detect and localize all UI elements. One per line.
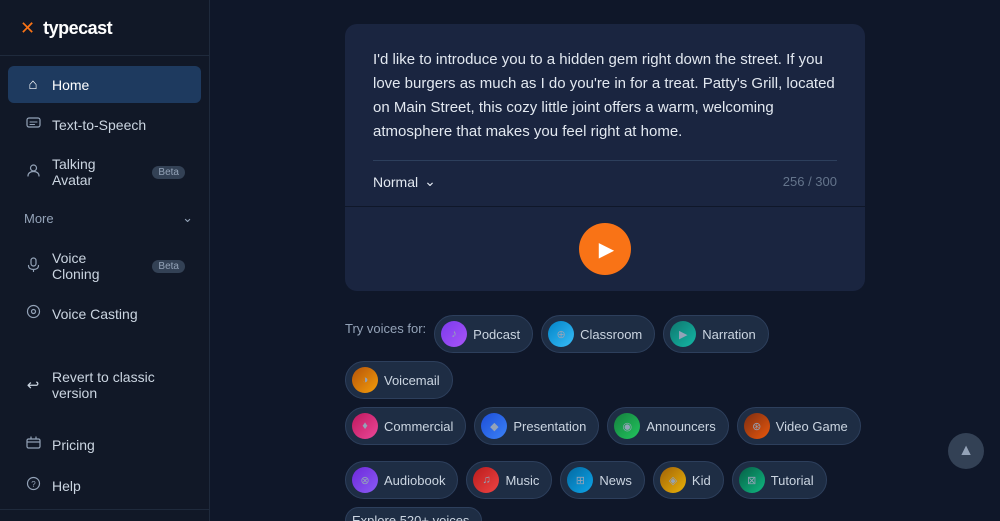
voice-chip-news[interactable]: ⊞ News (560, 461, 645, 499)
voice-chip-label-news: News (599, 473, 632, 488)
voice-chip-label-tutorial: Tutorial (771, 473, 814, 488)
voice-avatar-news: ⊞ (567, 467, 593, 493)
sidebar-item-voice-casting[interactable]: Voice Casting (8, 294, 201, 333)
voice-avatar-audiobook: ⊗ (352, 467, 378, 493)
voice-chip-music[interactable]: ♫ Music (466, 461, 552, 499)
try-voices-section: Try voices for: ♪ Podcast ⊕ Classroom ▶ Narrat… (345, 315, 865, 521)
pricing-help-nav: Pricing ? Help (0, 415, 209, 509)
tts-icon (24, 115, 42, 134)
avatar-label: Talking Avatar (52, 156, 136, 188)
sidebar-item-tts[interactable]: Text-to-Speech (8, 105, 201, 144)
sidebar-item-home[interactable]: ⌂ Home (8, 66, 201, 103)
voice-chip-label-classroom: Classroom (580, 327, 642, 342)
voice-chip-audiobook[interactable]: ⊗ Audiobook (345, 461, 458, 499)
voice-chip-label-kid: Kid (692, 473, 711, 488)
voice-avatar-kid: ◈ (660, 467, 686, 493)
voice-cloning-badge: Beta (152, 260, 185, 273)
voice-chip-label-audiobook: Audiobook (384, 473, 445, 488)
voice-avatar-tutorial: ⊠ (739, 467, 765, 493)
extra-nav: Voice Cloning Beta Voice Casting (0, 230, 209, 337)
voice-avatar-podcast: ♪ (441, 321, 467, 347)
logo-text: typecast (43, 18, 112, 39)
play-area: ▶ (345, 206, 865, 291)
char-count: 256 / 300 (783, 174, 837, 189)
home-label: Home (52, 77, 89, 93)
revert-label: Revert to classic version (52, 369, 185, 401)
voice-chip-videogame[interactable]: ⊛ Video Game (737, 407, 861, 445)
voices-row-1: Try voices for: ♪ Podcast ⊕ Classroom ▶ Narrat… (345, 315, 865, 399)
voice-chip-label-videogame: Video Game (776, 419, 848, 434)
play-icon: ▶ (599, 237, 614, 262)
style-select[interactable]: Normal ⌄ (373, 173, 436, 190)
sidebar-item-pricing[interactable]: Pricing (8, 425, 201, 464)
home-icon: ⌂ (24, 76, 42, 93)
voice-avatar-commercial: ♦ (352, 413, 378, 439)
voice-avatar-narration: ▶ (670, 321, 696, 347)
sidebar-item-revert[interactable]: ↩ Revert to classic version (8, 359, 201, 411)
main-content: I'd like to introduce you to a hidden ge… (210, 0, 1000, 521)
avatar-badge: Beta (152, 166, 185, 179)
voice-chip-label-announcers: Announcers (646, 419, 715, 434)
logo: ✕ typecast (0, 0, 209, 56)
explore-voices-button[interactable]: Explore 520+ voices (345, 507, 482, 521)
voice-avatar-music: ♫ (473, 467, 499, 493)
voice-chip-label-commercial: Commercial (384, 419, 453, 434)
voice-chip-label-presentation: Presentation (513, 419, 586, 434)
more-label: More (24, 211, 54, 226)
voice-avatar-videogame: ⊛ (744, 413, 770, 439)
scroll-top-button[interactable]: ▲ (948, 433, 984, 469)
script-text[interactable]: I'd like to introduce you to a hidden ge… (373, 48, 837, 144)
sidebar-item-voice-cloning[interactable]: Voice Cloning Beta (8, 240, 201, 292)
help-label: Help (52, 478, 81, 494)
pricing-icon (24, 435, 42, 454)
tts-label: Text-to-Speech (52, 117, 146, 133)
voice-casting-label: Voice Casting (52, 306, 138, 322)
play-button[interactable]: ▶ (579, 223, 631, 275)
text-editor-card: I'd like to introduce you to a hidden ge… (345, 24, 865, 315)
voice-chip-label-music: Music (505, 473, 539, 488)
voice-cloning-label: Voice Cloning (52, 250, 136, 282)
chevron-down-icon: ⌄ (182, 210, 193, 226)
voice-avatar-classroom: ⊕ (548, 321, 574, 347)
voices-row-3: ⊗ Audiobook ♫ Music ⊞ News ◈ Kid ⊠ Tutorial Explor… (345, 461, 865, 521)
voice-chip-podcast[interactable]: ♪ Podcast (434, 315, 533, 353)
voice-chip-classroom[interactable]: ⊕ Classroom (541, 315, 655, 353)
voice-cloning-icon (24, 257, 42, 276)
voice-casting-icon (24, 304, 42, 323)
voice-avatar-voicemail: ◑ (352, 367, 378, 393)
sidebar: ✕ typecast ⌂ Home Text-to-Speech (0, 0, 210, 521)
sidebar-bottom: Sign up | Log in (0, 509, 209, 521)
voice-chip-presentation[interactable]: ◆ Presentation (474, 407, 599, 445)
chevron-down-icon: ⌄ (424, 173, 436, 190)
voice-chip-label-podcast: Podcast (473, 327, 520, 342)
pricing-label: Pricing (52, 437, 95, 453)
text-area: I'd like to introduce you to a hidden ge… (345, 24, 865, 206)
voice-chip-commercial[interactable]: ♦ Commercial (345, 407, 466, 445)
voice-avatar-presentation: ◆ (481, 413, 507, 439)
avatar-icon (24, 163, 42, 182)
sidebar-item-help[interactable]: ? Help (8, 466, 201, 505)
help-icon: ? (24, 476, 42, 495)
voices-row-2: ♦ Commercial ◆ Presentation ◉ Announcers ⊛ Vide… (345, 407, 865, 445)
voice-chip-tutorial[interactable]: ⊠ Tutorial (732, 461, 827, 499)
voice-chip-narration[interactable]: ▶ Narration (663, 315, 768, 353)
svg-text:?: ? (31, 480, 36, 489)
voice-chip-announcers[interactable]: ◉ Announcers (607, 407, 728, 445)
logo-icon: ✕ (20, 18, 35, 39)
chevron-up-icon: ▲ (958, 442, 974, 460)
voice-chip-label-voicemail: Voicemail (384, 373, 440, 388)
try-voices-label: Try voices for: (345, 321, 426, 336)
voice-avatar-announcers: ◉ (614, 413, 640, 439)
sidebar-item-avatar[interactable]: Talking Avatar Beta (8, 146, 201, 198)
main-nav: ⌂ Home Text-to-Speech Talking Avatar Bet… (0, 56, 209, 202)
voice-chip-kid[interactable]: ◈ Kid (653, 461, 724, 499)
voice-chip-label-narration: Narration (702, 327, 755, 342)
style-label: Normal (373, 174, 418, 190)
revert-icon: ↩ (24, 376, 42, 394)
voice-chip-voicemail[interactable]: ◑ Voicemail (345, 361, 453, 399)
more-row[interactable]: More ⌄ (0, 202, 209, 230)
bottom-nav-top: ↩ Revert to classic version (0, 349, 209, 415)
text-controls: Normal ⌄ 256 / 300 (373, 160, 837, 190)
